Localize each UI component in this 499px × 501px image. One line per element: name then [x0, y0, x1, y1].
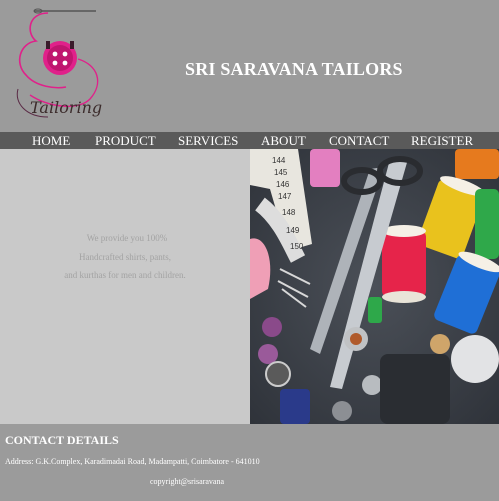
sewing-supplies-photo: 144 145 146 147 148 149 150 — [250, 149, 499, 424]
intro-line-3: and kurthas for men and children. — [64, 270, 186, 280]
site-title: SRI SARAVANA TAILORS — [185, 59, 403, 79]
logo-text: Tailoring — [30, 98, 102, 117]
nav-home[interactable]: HOME — [32, 132, 70, 149]
tape-label: 149 — [286, 226, 300, 235]
tailoring-logo[interactable]: Tailoring — [8, 3, 108, 127]
site-footer: CONTACT DETAILS Address: G.K.Complex, Ka… — [0, 424, 499, 501]
nav-contact[interactable]: CONTACT — [329, 132, 389, 149]
tape-label: 148 — [282, 208, 296, 217]
contact-address: Address: G.K.Complex, Karadimadai Road, … — [5, 457, 260, 466]
contact-heading: CONTACT DETAILS — [5, 433, 119, 447]
nav-services[interactable]: SERVICES — [178, 132, 238, 149]
copyright-text: copyright@srisaravana — [150, 477, 225, 486]
tape-label: 144 — [272, 156, 286, 165]
tape-label: 150 — [290, 242, 304, 251]
tape-label: 146 — [276, 180, 290, 189]
intro-line-2: Handcrafted shirts, pants, — [79, 252, 171, 262]
nav-register[interactable]: REGISTER — [411, 132, 473, 149]
intro-panel: We provide you 100% Handcrafted shirts, … — [0, 149, 250, 424]
main-nav: HOME PRODUCT SERVICES ABOUT CONTACT REGI… — [0, 132, 499, 149]
site-header: Tailoring SRI SARAVANA TAILORS — [0, 0, 499, 132]
tape-label: 145 — [274, 168, 288, 177]
photo-illustration: 144 145 146 147 148 149 150 — [250, 149, 499, 424]
tape-label: 147 — [278, 192, 292, 201]
nav-product[interactable]: PRODUCT — [95, 132, 156, 149]
intro-line-1: We provide you 100% — [86, 233, 168, 243]
nav-about[interactable]: ABOUT — [261, 132, 306, 149]
